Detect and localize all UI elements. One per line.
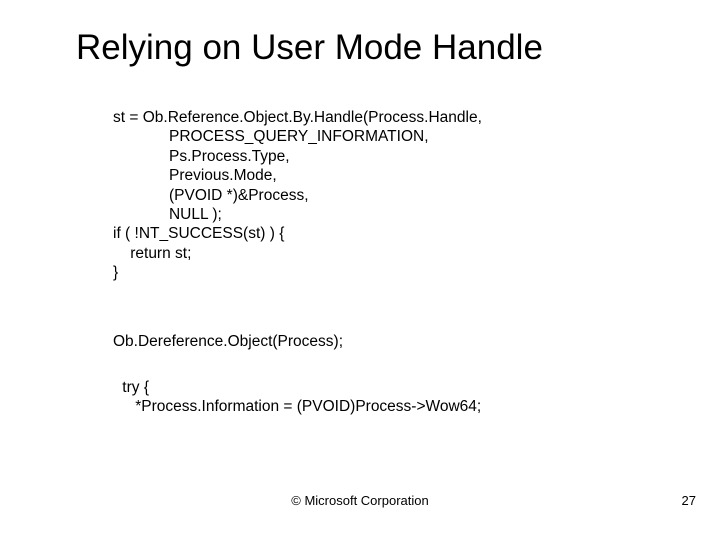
code-line: return st; <box>113 245 191 262</box>
code-line: Ps.Process.Type, <box>113 148 290 165</box>
slide: Relying on User Mode Handle st = Ob.Refe… <box>0 0 720 540</box>
code-line: st = Ob.Reference.Object.By.Handle(Proce… <box>113 109 482 126</box>
slide-title: Relying on User Mode Handle <box>76 28 543 68</box>
code-line: *Process.Information = (PVOID)Process->W… <box>118 398 481 415</box>
code-block-try: try { *Process.Information = (PVOID)Proc… <box>118 378 481 417</box>
code-line-deref: Ob.Dereference.Object(Process); <box>113 332 343 351</box>
page-number: 27 <box>682 493 696 508</box>
code-line: try { <box>118 379 149 396</box>
code-line: Previous.Mode, <box>113 167 277 184</box>
code-line: (PVOID *)&Process, <box>113 187 309 204</box>
code-line: PROCESS_QUERY_INFORMATION, <box>113 128 429 145</box>
code-block-main: st = Ob.Reference.Object.By.Handle(Proce… <box>113 108 482 282</box>
footer-copyright: © Microsoft Corporation <box>0 493 720 508</box>
code-line: NULL ); <box>113 206 222 223</box>
code-line: } <box>113 264 118 281</box>
code-line: if ( !NT_SUCCESS(st) ) { <box>113 225 284 242</box>
